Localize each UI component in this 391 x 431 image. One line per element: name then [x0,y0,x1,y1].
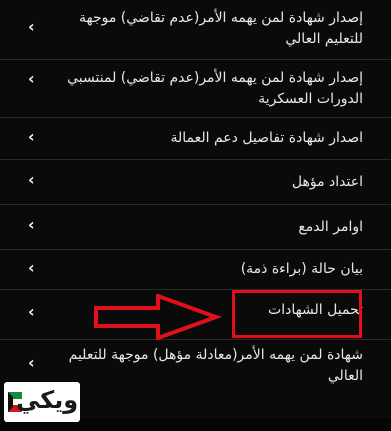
label-line-1: بيان حالة (براءة ذمة) [240,261,363,277]
label-line-1: شهادة لمن يهمه الأمر(معادلة مؤهل) موجهة … [68,347,363,363]
list-item[interactable]: ‹ بيان حالة (براءة ذمة) [0,250,391,290]
list-item-label: إصدار شهادة لمن يهمه الأمر(عدم تقاضي) مو… [79,8,363,50]
chevron-left-icon: ‹ [28,215,35,234]
list-item-label: بيان حالة (براءة ذمة) [241,259,363,280]
label-line-2: العالي [327,368,363,384]
red-arrow-right-icon [94,294,222,340]
list-item-label: إصدار شهادة لمن يهمه الأمر(عدم تقاضي) لم… [67,68,363,110]
watermark-text: ويكي [16,386,79,414]
label-line-1: اصدار شهادة تفاصيل دعم العمالة [170,130,364,146]
label-line-2: للتعليم العالي [285,31,363,47]
label-line-1: اعتداد مؤهل [291,174,363,190]
chevron-left-icon: ‹ [28,69,35,88]
list-item-label: اعتداد مؤهل [292,172,363,193]
chevron-left-icon: ‹ [28,258,35,277]
label-line-2: الدورات العسكرية [258,91,363,107]
list-item-label: اوامر الدمع [298,217,363,238]
list-item-label: اصدار شهادة تفاصيل دعم العمالة [171,128,364,149]
list-item-label: شهادة لمن يهمه الأمر(معادلة مؤهل) موجهة … [69,345,363,387]
label-line-1: إصدار شهادة لمن يهمه الأمر(عدم تقاضي) مو… [79,10,363,26]
chevron-left-icon: ‹ [28,353,35,372]
label-line-1: اوامر الدمع [298,219,363,235]
watermark-logo: ويكي [4,382,80,422]
list-item[interactable]: ‹ اصدار شهادة تفاصيل دعم العمالة [0,118,391,160]
list-item[interactable]: ‹ إصدار شهادة لمن يهمه الأمر(عدم تقاضي) … [0,60,391,118]
list-item[interactable]: ‹ اوامر الدمع [0,205,391,250]
chevron-left-icon: ‹ [28,302,35,321]
highlight-box [232,290,362,338]
list-item[interactable]: ‹ إصدار شهادة لمن يهمه الأمر(عدم تقاضي) … [0,0,391,60]
list-item[interactable]: ‹ اعتداد مؤهل [0,160,391,205]
chevron-left-icon: ‹ [28,127,35,146]
chevron-left-icon: ‹ [28,170,35,189]
chevron-left-icon: ‹ [28,17,35,36]
app-screen: ‹ إصدار شهادة لمن يهمه الأمر(عدم تقاضي) … [0,0,391,431]
label-line-1: إصدار شهادة لمن يهمه الأمر(عدم تقاضي) لم… [67,70,363,86]
